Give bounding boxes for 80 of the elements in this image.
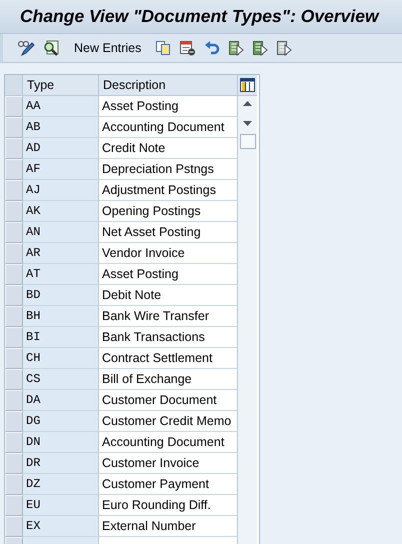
description-cell: Accounting Document — [99, 117, 238, 138]
new-entries-button[interactable]: New Entries — [70, 39, 146, 57]
row-selector[interactable] — [5, 180, 23, 201]
scroll-down-icon[interactable] — [243, 121, 252, 126]
column-header[interactable]: Type — [23, 75, 99, 96]
description-cell: Customer Credit Memo — [99, 411, 238, 432]
glasses-pencil-icon[interactable] — [17, 40, 35, 56]
row-selector[interactable] — [5, 159, 23, 180]
description-cell: Credit Note — [99, 138, 238, 159]
row-selector[interactable] — [5, 453, 23, 474]
description-cell: Opening Postings — [99, 201, 238, 222]
description-cell: Customer Payment — [99, 474, 238, 495]
type-cell: BD — [23, 285, 99, 306]
column-header[interactable]: Description — [99, 75, 238, 96]
scroll-thumb[interactable] — [240, 134, 256, 149]
type-cell: AR — [23, 243, 99, 264]
type-cell: DA — [23, 390, 99, 411]
row-selector[interactable] — [5, 432, 23, 453]
description-cell: Customer Document — [99, 390, 238, 411]
row-selector[interactable] — [5, 117, 23, 138]
magnifier-icon[interactable] — [43, 40, 60, 56]
type-cell: AF — [23, 159, 99, 180]
description-cell: Adjustment Postings — [99, 180, 238, 201]
type-cell: DN — [23, 432, 99, 453]
row-selector[interactable] — [5, 285, 23, 306]
description-cell: Bank Wire Transfer — [99, 306, 238, 327]
type-cell: EX — [23, 516, 99, 537]
row-selector[interactable] — [5, 306, 23, 327]
type-cell: BI — [23, 327, 99, 348]
scroll-up-icon[interactable] — [243, 101, 252, 106]
type-cell: DG — [23, 411, 99, 432]
description-cell: Accounting Document — [99, 432, 238, 453]
row-selector[interactable] — [5, 516, 23, 537]
description-cell: Depreciation Pstngs — [99, 159, 238, 180]
type-cell: AD — [23, 138, 99, 159]
row-selector[interactable] — [5, 348, 23, 369]
select-all-button[interactable] — [5, 75, 23, 96]
row-selector[interactable] — [5, 369, 23, 390]
description-cell: Euro Rounding Diff. — [99, 495, 238, 516]
row-selector[interactable] — [5, 327, 23, 348]
row-selector[interactable] — [5, 411, 23, 432]
delete-row-icon[interactable] — [179, 40, 196, 56]
row-selector[interactable] — [5, 222, 23, 243]
copy-icon[interactable] — [155, 40, 172, 56]
description-cell: Asset Posting — [99, 96, 238, 117]
description-cell: Asset Posting — [99, 264, 238, 285]
row-selector[interactable] — [5, 264, 23, 285]
type-cell: AK — [23, 201, 99, 222]
row-selector[interactable] — [5, 243, 23, 264]
row-selector[interactable] — [5, 495, 23, 516]
row-selector[interactable] — [5, 96, 23, 117]
type-cell: CS — [23, 369, 99, 390]
description-cell: Bank Transactions — [99, 327, 238, 348]
description-cell: Vendor Invoice — [99, 243, 238, 264]
column-settings-icon[interactable] — [240, 78, 255, 92]
type-cell: DR — [23, 453, 99, 474]
type-cell: BH — [23, 306, 99, 327]
description-cell: Net Asset Posting — [99, 222, 238, 243]
type-cell: AA — [23, 96, 99, 117]
row-selector[interactable] — [5, 138, 23, 159]
type-cell: AB — [23, 117, 99, 138]
type-cell: DZ — [23, 474, 99, 495]
row-selector[interactable] — [5, 474, 23, 495]
row-selector[interactable] — [5, 201, 23, 222]
type-cell: AT — [23, 264, 99, 285]
description-cell: External Number — [99, 516, 238, 537]
document-arrow-icon[interactable] — [276, 40, 292, 56]
type-cell: CH — [23, 348, 99, 369]
type-cell: EU — [23, 495, 99, 516]
description-cell: Customer Invoice — [99, 453, 238, 474]
description-cell: Contract Settlement — [99, 348, 238, 369]
description-cell: Debit Note — [99, 285, 238, 306]
document-arrow-icon[interactable] — [252, 40, 268, 56]
description-cell: Bill of Exchange — [99, 369, 238, 390]
row-selector[interactable] — [5, 390, 23, 411]
document-arrow-icon[interactable] — [228, 40, 244, 56]
window-title: Change View "Document Types": Overview — [20, 6, 379, 27]
type-cell: AN — [23, 222, 99, 243]
undo-icon[interactable] — [204, 40, 220, 56]
type-cell: AJ — [23, 180, 99, 201]
